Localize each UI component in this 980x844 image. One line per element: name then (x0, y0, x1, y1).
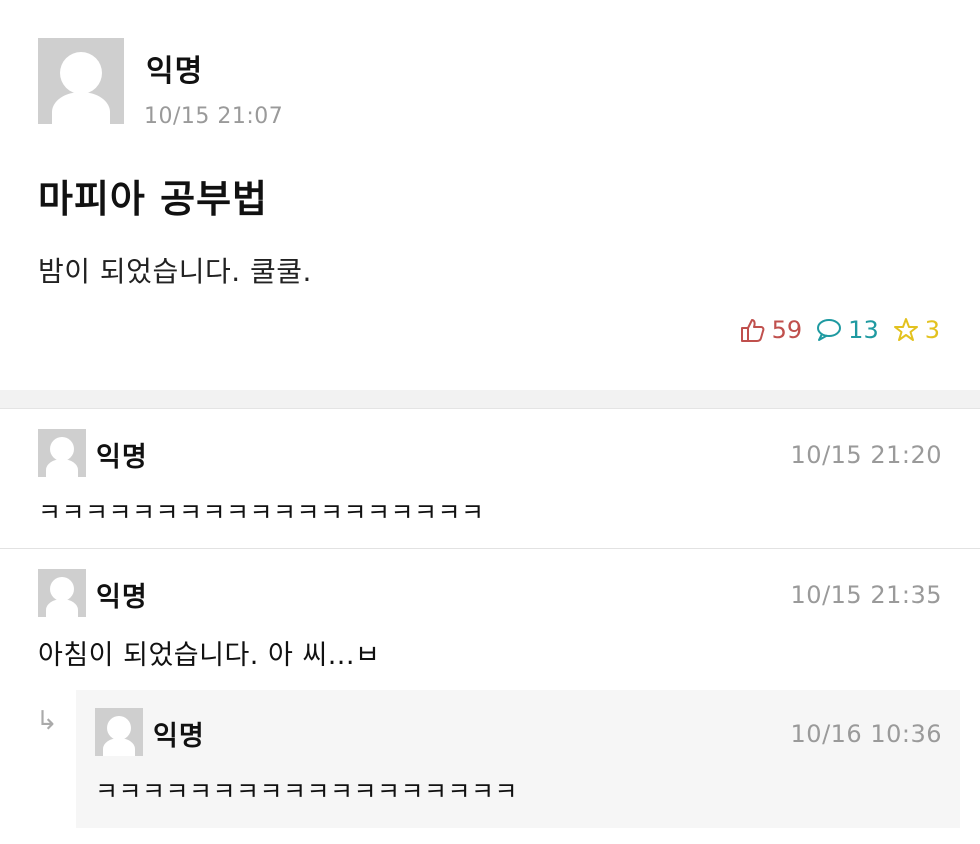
section-divider (0, 390, 980, 409)
reply-text: ㅋㅋㅋㅋㅋㅋㅋㅋㅋㅋㅋㅋㅋㅋㅋㅋㅋㅋ (95, 777, 519, 806)
reply-timestamp: 10/16 10:36 (790, 720, 942, 748)
avatar-body (46, 459, 78, 477)
avatar-body (46, 599, 78, 617)
comment-text: ㅋㅋㅋㅋㅋㅋㅋㅋㅋㅋㅋㅋㅋㅋㅋㅋㅋㅋㅋ (38, 498, 485, 527)
post-timestamp: 10/15 21:07 (144, 104, 284, 129)
comment-author[interactable]: 익명 (96, 575, 148, 614)
avatar-head (50, 437, 74, 461)
avatar-head (50, 577, 74, 601)
star-icon (893, 317, 919, 343)
like-stat[interactable]: 59 (740, 316, 803, 344)
comment-timestamp: 10/15 21:35 (790, 581, 942, 609)
post-stats: 59 13 3 (740, 316, 940, 344)
avatar-head (107, 716, 131, 740)
avatar[interactable] (38, 429, 86, 477)
comment-count: 13 (848, 316, 879, 344)
avatar-head (60, 52, 102, 94)
post-author[interactable]: 익명 (146, 46, 203, 90)
reply-author[interactable]: 익명 (153, 714, 205, 753)
scrap-stat[interactable]: 3 (893, 316, 940, 344)
avatar-body (103, 738, 135, 756)
comment-timestamp: 10/15 21:20 (790, 441, 942, 469)
reply-arrow-icon: ↳ (36, 706, 58, 736)
avatar-body (52, 92, 110, 124)
comment-text: 아침이 되었습니다. 아 씨...ㅂ (38, 640, 381, 671)
post-title: 마피아 공부법 (38, 177, 268, 221)
avatar[interactable] (95, 708, 143, 756)
thumbs-up-icon (740, 317, 766, 343)
speech-bubble-icon (816, 318, 842, 342)
scrap-count: 3 (924, 316, 940, 344)
reply-item: 익명 10/16 10:36 ㅋㅋㅋㅋㅋㅋㅋㅋㅋㅋㅋㅋㅋㅋㅋㅋㅋㅋ (76, 690, 960, 828)
avatar[interactable] (38, 38, 124, 124)
avatar[interactable] (38, 569, 86, 617)
post-body: 밤이 되었습니다. 쿨쿨. (38, 255, 312, 288)
post: 익명 10/15 21:07 마피아 공부법 밤이 되었습니다. 쿨쿨. 59 … (0, 0, 980, 390)
comment-author[interactable]: 익명 (96, 435, 148, 474)
comment-item: 익명 10/15 21:20 ㅋㅋㅋㅋㅋㅋㅋㅋㅋㅋㅋㅋㅋㅋㅋㅋㅋㅋㅋ (0, 409, 980, 548)
comment-item: 익명 10/15 21:35 아침이 되었습니다. 아 씨...ㅂ (0, 549, 980, 689)
like-count: 59 (771, 316, 803, 344)
comment-stat[interactable]: 13 (816, 316, 879, 344)
